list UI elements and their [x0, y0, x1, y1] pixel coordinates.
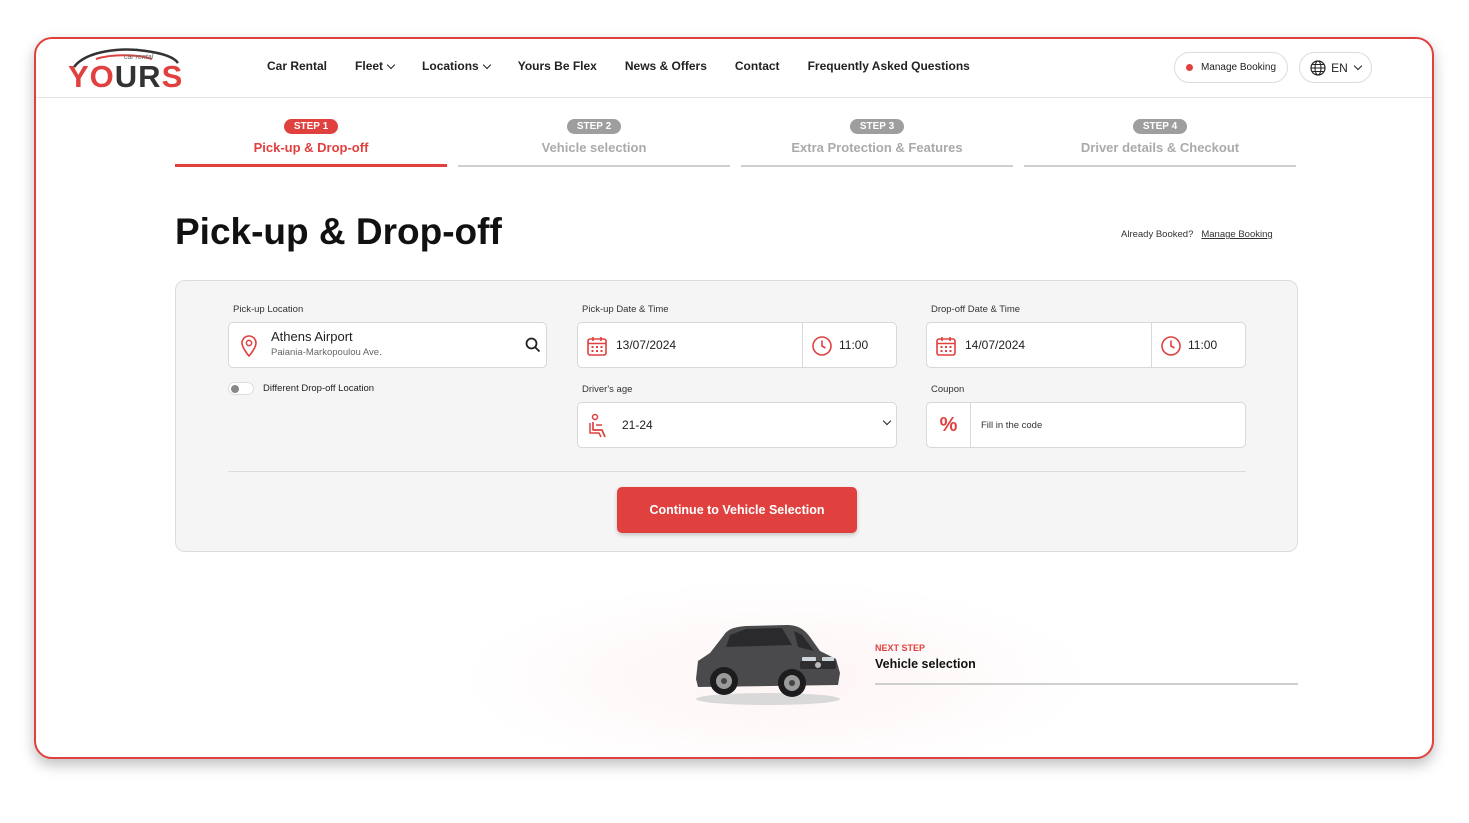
- step-extra-protection[interactable]: STEP 3 Extra Protection & Features: [741, 119, 1013, 167]
- language-selector[interactable]: EN: [1299, 52, 1372, 83]
- browser-frame: car rental YOURS Car Rental Fleet Locati…: [34, 37, 1434, 759]
- pickup-datetime-label: Pick-up Date & Time: [582, 304, 669, 315]
- field-divider: [970, 403, 971, 447]
- nav-news-offers[interactable]: News & Offers: [625, 59, 707, 73]
- search-icon[interactable]: [525, 337, 541, 353]
- drivers-age-label: Driver's age: [582, 384, 633, 395]
- chevron-down-icon: [482, 60, 491, 69]
- dropoff-datetime-label: Drop-off Date & Time: [931, 304, 1021, 315]
- step-label: Extra Protection & Features: [791, 140, 963, 155]
- pickup-datetime-field: 13/07/2024 11:00: [577, 322, 897, 368]
- step-label: Driver details & Checkout: [1080, 140, 1240, 155]
- clock-icon: [812, 336, 832, 356]
- car-seat-icon: [589, 413, 606, 438]
- booking-form: Pick-up Location Athens Airport Paiania-…: [175, 280, 1298, 552]
- pickup-location-address: Paiania-Markopoulou Ave.: [271, 347, 382, 358]
- status-dot-icon: [1185, 64, 1193, 71]
- drivers-age-value: 21-24: [622, 418, 653, 432]
- step-pickup-dropoff[interactable]: STEP 1 Pick-up & Drop-off: [175, 119, 447, 167]
- nav-car-rental[interactable]: Car Rental: [267, 59, 327, 73]
- dropoff-date-input[interactable]: 14/07/2024: [927, 323, 1151, 367]
- nav-faq[interactable]: Frequently Asked Questions: [808, 59, 970, 73]
- step-badge: STEP 3: [849, 119, 905, 134]
- continue-to-vehicle-selection-button[interactable]: Continue to Vehicle Selection: [617, 487, 857, 533]
- main-nav: Car Rental Fleet Locations Yours Be Flex…: [267, 59, 998, 73]
- different-dropoff-label: Different Drop-off Location: [263, 383, 375, 394]
- step-driver-details[interactable]: STEP 4 Driver details & Checkout: [1024, 119, 1296, 167]
- dropoff-time-value: 11:00: [1188, 338, 1218, 352]
- step-badge: STEP 1: [283, 119, 339, 134]
- step-label: Vehicle selection: [541, 140, 647, 155]
- calendar-icon: [936, 337, 956, 356]
- next-step-underline: [875, 683, 1298, 685]
- nav-locations[interactable]: Locations: [422, 59, 491, 73]
- next-step-kicker: NEXT STEP: [875, 643, 926, 653]
- dropoff-date-value: 14/07/2024: [965, 338, 1026, 352]
- page-title: Pick-up & Drop-off: [175, 211, 502, 252]
- pickup-time-value: 11:00: [839, 338, 869, 352]
- next-step-title: Vehicle selection: [875, 657, 976, 671]
- step-badge: STEP 4: [1132, 119, 1188, 134]
- pickup-date-value: 13/07/2024: [616, 338, 677, 352]
- nav-yours-be-flex[interactable]: Yours Be Flex: [518, 59, 597, 73]
- pickup-time-input[interactable]: 11:00: [803, 323, 897, 367]
- already-booked: Already Booked? Manage Booking: [1121, 229, 1273, 240]
- form-divider: [228, 471, 1246, 472]
- manage-booking-link[interactable]: Manage Booking: [1201, 229, 1272, 240]
- suv-car-image: [696, 625, 840, 705]
- calendar-icon: [587, 337, 607, 356]
- brand-logo[interactable]: car rental YOURS: [66, 45, 184, 94]
- brand-wordmark: YOURS: [68, 59, 184, 94]
- pickup-location-input[interactable]: Athens Airport Paiania-Markopoulou Ave.: [228, 322, 547, 368]
- coupon-field: % Fill in the code: [926, 402, 1246, 448]
- dropoff-datetime-field: 14/07/2024 11:00: [926, 322, 1246, 368]
- step-label: Pick-up & Drop-off: [253, 140, 369, 155]
- booking-steps: STEP 1 Pick-up & Drop-off STEP 2 Vehicle…: [175, 119, 1296, 167]
- site-header: car rental YOURS Car Rental Fleet Locati…: [36, 39, 1432, 98]
- different-dropoff-toggle[interactable]: [228, 382, 254, 395]
- percent-icon: %: [939, 413, 958, 436]
- nav-fleet[interactable]: Fleet: [355, 59, 396, 73]
- nav-contact[interactable]: Contact: [735, 59, 780, 73]
- clock-icon: [1161, 336, 1181, 356]
- dropoff-time-input[interactable]: 11:00: [1152, 323, 1246, 367]
- globe-icon: [1310, 59, 1326, 76]
- location-pin-icon: [241, 335, 257, 358]
- chevron-down-icon: [386, 60, 396, 69]
- coupon-input[interactable]: Fill in the code: [981, 420, 1042, 431]
- pickup-location-name: Athens Airport: [271, 329, 353, 344]
- manage-booking-button[interactable]: Manage Booking: [1174, 52, 1288, 83]
- chevron-down-icon: [1353, 61, 1363, 71]
- toggle-knob: [231, 385, 239, 393]
- coupon-label: Coupon: [931, 384, 965, 395]
- pickup-location-label: Pick-up Location: [233, 304, 304, 315]
- step-badge: STEP 2: [566, 119, 622, 134]
- pickup-date-input[interactable]: 13/07/2024: [578, 323, 802, 367]
- step-vehicle-selection[interactable]: STEP 2 Vehicle selection: [458, 119, 730, 167]
- drivers-age-select[interactable]: 21-24: [577, 402, 897, 448]
- chevron-down-icon: [882, 416, 892, 426]
